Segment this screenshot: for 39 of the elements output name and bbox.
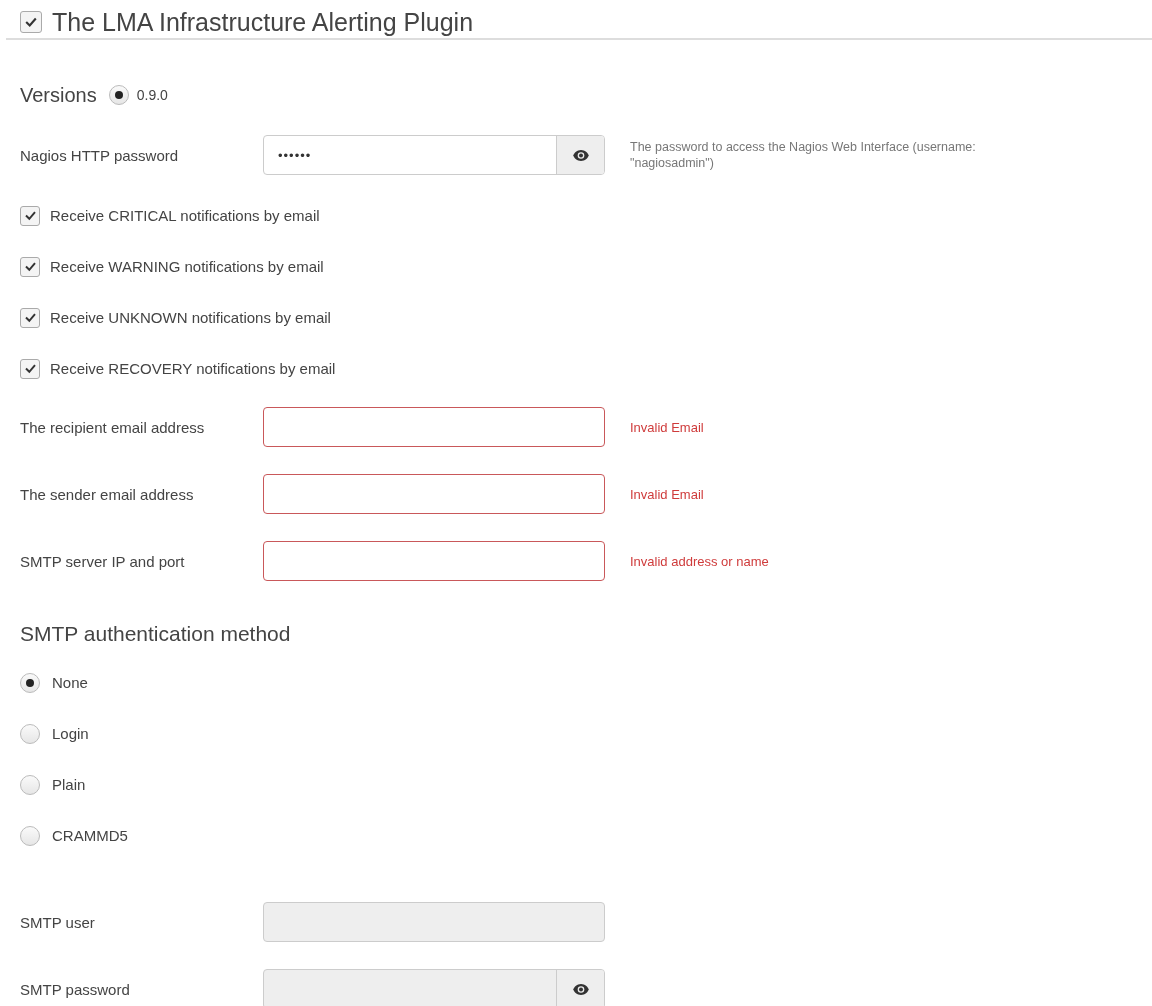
- text-field[interactable]: [263, 541, 605, 581]
- help-text: The password to access the Nagios Web Interface (username: "nagiosadmin"): [630, 138, 977, 172]
- checkbox[interactable]: [20, 358, 40, 379]
- field-label: SMTP password: [20, 980, 131, 998]
- radio-button[interactable]: [20, 723, 40, 744]
- text-field[interactable]: [263, 407, 605, 447]
- field-label: SMTP server IP and port: [20, 552, 186, 570]
- radio-button[interactable]: [20, 825, 40, 846]
- field-label: Nagios HTTP password: [20, 146, 180, 164]
- error-message: Invalid Email: [630, 419, 705, 435]
- error-message: Invalid address or name: [630, 553, 770, 569]
- error-message: Invalid Email: [630, 486, 705, 502]
- checkbox-label: Receive WARNING notifications by email: [50, 258, 324, 275]
- version-label: 0.9.0: [136, 87, 168, 103]
- eye-icon: [572, 983, 589, 995]
- checkbox[interactable]: [20, 256, 40, 277]
- radio-label: None: [52, 674, 88, 691]
- field-label: SMTP user: [20, 913, 96, 931]
- field-label: The sender email address: [20, 485, 195, 503]
- radio-label: CRAMMD5: [52, 827, 128, 844]
- versions-label: Versions: [20, 83, 97, 107]
- checkbox-label: Receive CRITICAL notifications by email: [50, 207, 320, 224]
- radio-button[interactable]: [20, 672, 40, 693]
- checkbox-label: Receive UNKNOWN notifications by email: [50, 309, 331, 326]
- checkbox-label: Receive RECOVERY notifications by email: [50, 360, 336, 377]
- text-field[interactable]: [263, 474, 605, 514]
- radio-button[interactable]: [108, 85, 129, 105]
- field-label: The recipient email address: [20, 418, 206, 436]
- section-heading: SMTP authentication method: [20, 621, 292, 647]
- checkbox[interactable]: [20, 11, 42, 33]
- radio-label: Login: [52, 725, 89, 742]
- checkbox[interactable]: [20, 307, 40, 328]
- eye-icon: [572, 149, 589, 161]
- show-password-button[interactable]: [556, 136, 604, 174]
- radio-button[interactable]: [20, 774, 40, 795]
- plugin-title: The LMA Infrastructure Alerting Plugin: [52, 7, 474, 37]
- radio-label: Plain: [52, 776, 86, 793]
- checkbox[interactable]: [20, 205, 40, 226]
- password-field[interactable]: ••••••: [263, 135, 605, 175]
